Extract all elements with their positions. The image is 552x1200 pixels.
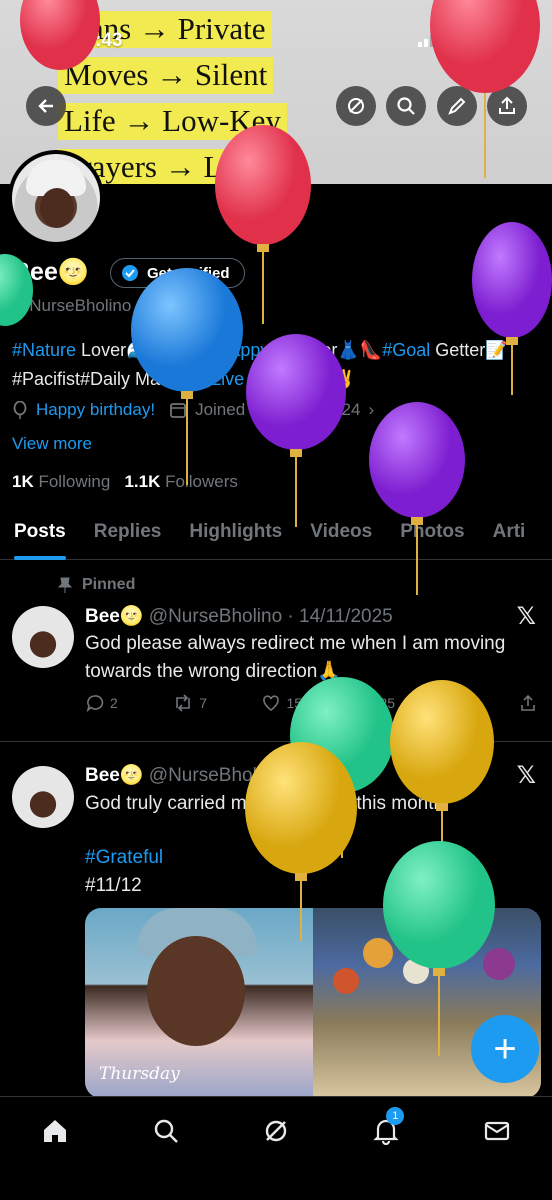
get-verified-button[interactable]: Get verified bbox=[110, 258, 245, 288]
bookmark-button[interactable] bbox=[451, 694, 465, 712]
back-button[interactable] bbox=[26, 86, 66, 126]
profile-handle: @NurseBholino bbox=[12, 296, 132, 315]
hashtag-link[interactable]: #Live bbox=[201, 369, 244, 389]
reply-button[interactable]: 2 bbox=[86, 694, 118, 712]
profile-bio: #Nature Lover🌊🌷🍝 #Snappy Dresser👗👠#Goal … bbox=[12, 336, 542, 394]
bookmark-icon bbox=[451, 695, 464, 712]
tab-videos[interactable]: Videos bbox=[296, 512, 386, 552]
views-icon bbox=[358, 698, 373, 710]
media-photo-selfie[interactable]: Thursday bbox=[85, 908, 313, 1098]
status-time: 00:43 bbox=[74, 30, 123, 51]
tab-posts[interactable]: Posts bbox=[0, 512, 80, 560]
like-icon bbox=[263, 695, 280, 711]
post-text: God please always redirect me when I am … bbox=[85, 633, 506, 682]
battery-indicator: 51 bbox=[483, 30, 512, 47]
view-more-link[interactable]: View more bbox=[12, 434, 92, 454]
balloon-icon bbox=[13, 401, 27, 419]
grok-icon bbox=[348, 98, 364, 114]
reply-icon bbox=[86, 695, 104, 712]
birthday-link[interactable]: Happy birthday! bbox=[36, 400, 155, 420]
nav-grok[interactable] bbox=[256, 1111, 296, 1151]
bio-text: and Love#✌️ bbox=[244, 369, 356, 389]
profile-tabs: Posts Replies Highlights Videos Photos A… bbox=[0, 512, 552, 560]
post-media[interactable]: Thursday bbox=[85, 908, 541, 1098]
nav-notifications[interactable]: 1 bbox=[366, 1107, 406, 1151]
share-post-button[interactable] bbox=[520, 694, 536, 712]
share-icon bbox=[521, 694, 535, 711]
bio-text: Lover🌊🌷🍝 bbox=[76, 340, 194, 360]
post-handle-date: @NurseBholino · 14/11/2025 bbox=[148, 606, 393, 627]
home-icon bbox=[44, 1120, 67, 1142]
followers-link[interactable]: 1.1K Followers bbox=[124, 472, 237, 491]
post-header: Bee🌝 @NurseBholino · 14/11/2025 bbox=[85, 604, 393, 628]
repost-icon bbox=[176, 694, 191, 712]
compose-button[interactable]: + bbox=[471, 1015, 539, 1083]
verified-icon bbox=[122, 265, 138, 281]
post-avatar[interactable] bbox=[12, 766, 74, 828]
get-verified-label: Get verified bbox=[147, 264, 230, 282]
calendar-icon bbox=[170, 403, 186, 418]
messages-icon bbox=[484, 1121, 509, 1141]
pin-icon bbox=[58, 577, 72, 593]
hashtag-link[interactable]: #Goal bbox=[382, 340, 430, 360]
x-logo-icon: 𝕏 bbox=[516, 603, 536, 630]
notifications-badge: 1 bbox=[386, 1107, 405, 1125]
post-handle-date: @NurseBholino bbox=[148, 765, 283, 786]
nav-search[interactable] bbox=[146, 1111, 186, 1151]
banner-line: Life → Low-Key bbox=[58, 103, 287, 140]
post-hashtag: #Grateful bbox=[85, 844, 525, 872]
repost-button[interactable]: 7 bbox=[173, 694, 207, 712]
pinned-label: Pinned bbox=[58, 576, 135, 594]
grok-button[interactable] bbox=[336, 86, 376, 126]
banner-line: Moves → Silent bbox=[58, 57, 274, 94]
like-button[interactable]: 15 bbox=[262, 694, 302, 712]
back-icon bbox=[38, 99, 53, 113]
search-icon bbox=[397, 97, 415, 115]
tab-articles[interactable]: Arti bbox=[479, 512, 540, 552]
share-icon bbox=[499, 96, 515, 114]
tab-photos[interactable]: Photos bbox=[386, 512, 478, 552]
post-date-tag: #11/12 bbox=[85, 875, 142, 896]
grok-icon bbox=[265, 1120, 287, 1142]
wifi-icon bbox=[451, 30, 474, 47]
edit-button[interactable] bbox=[437, 86, 477, 126]
post-header: Bee🌝 @NurseBholino bbox=[85, 763, 282, 787]
bio-text: Dresser👗👠 bbox=[269, 340, 383, 360]
post-author: Bee🌝 bbox=[85, 765, 144, 786]
tab-replies[interactable]: Replies bbox=[80, 512, 176, 552]
joined-date: Joined February 2024 bbox=[195, 400, 361, 419]
status-icons: 51 bbox=[417, 30, 512, 47]
chevron-right-icon: › bbox=[368, 400, 375, 419]
x-logo-icon: 𝕏 bbox=[516, 762, 536, 789]
post-actions: 2 7 15 25 bbox=[86, 694, 536, 712]
tab-highlights[interactable]: Highlights bbox=[175, 512, 296, 552]
profile-avatar[interactable] bbox=[8, 150, 104, 246]
post-author: Bee🌝 bbox=[85, 606, 144, 627]
nav-messages[interactable] bbox=[477, 1111, 517, 1151]
following-link[interactable]: 1K Following bbox=[12, 472, 110, 491]
hashtag-link[interactable]: #Grateful bbox=[85, 847, 163, 868]
follow-stats: 1K Following 1.1K Followers bbox=[12, 472, 238, 492]
profile-meta: Happy birthday! Joined February 2024 › bbox=[12, 400, 374, 420]
views-button[interactable]: 25 bbox=[357, 694, 395, 712]
post-avatar[interactable] bbox=[12, 606, 74, 668]
hashtag-link[interactable]: #Nature bbox=[12, 340, 76, 360]
profile-name: Bee🌝 bbox=[12, 258, 89, 286]
search-button[interactable] bbox=[386, 86, 426, 126]
bottom-nav: 1 bbox=[0, 1096, 552, 1200]
post-text: God truly carried me through all this mo… bbox=[85, 793, 450, 814]
plus-icon: + bbox=[493, 1026, 517, 1071]
media-caption: Thursday bbox=[99, 1064, 180, 1084]
search-icon bbox=[154, 1119, 178, 1143]
share-button[interactable] bbox=[487, 86, 527, 126]
nav-home[interactable] bbox=[35, 1111, 75, 1151]
hashtag-link[interactable]: #Snappy bbox=[198, 340, 269, 360]
edit-icon bbox=[448, 97, 466, 115]
signal-icon bbox=[417, 30, 440, 47]
